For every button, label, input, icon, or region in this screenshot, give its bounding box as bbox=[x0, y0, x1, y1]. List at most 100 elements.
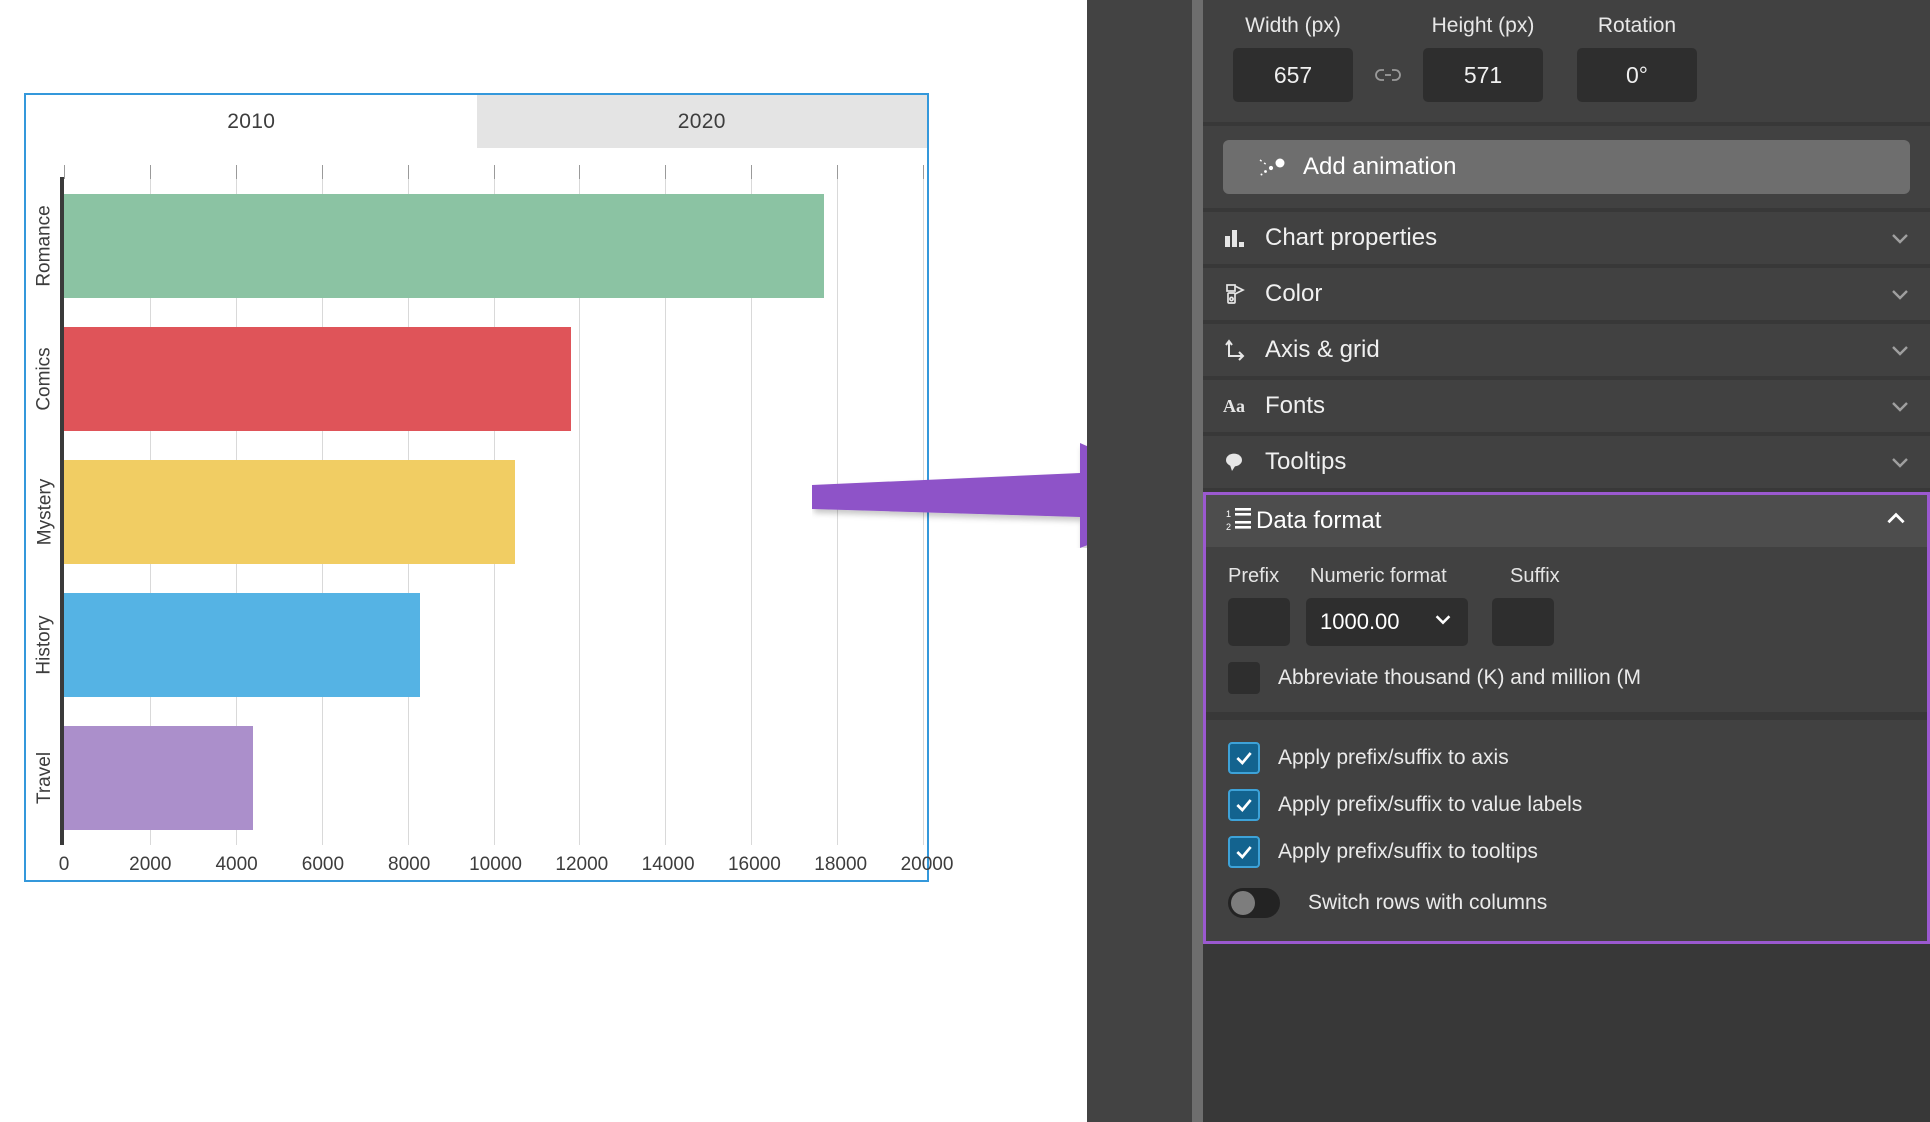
prefix-label: Prefix bbox=[1228, 565, 1280, 587]
numeric-format-value: 1000.00 bbox=[1320, 609, 1400, 634]
option-switch-rows-columns[interactable]: Switch rows with columns bbox=[1228, 875, 1927, 931]
section-data-format: 1 2 Data format Prefix Numeric format Su… bbox=[1203, 492, 1930, 944]
selected-chart-frame[interactable]: 2010 2020 Romance Comics Mystery History Tra… bbox=[24, 93, 954, 882]
option-apply-to-tooltips[interactable]: Apply prefix/suffix to tooltips bbox=[1228, 828, 1927, 875]
section-chart-properties[interactable]: Chart properties bbox=[1203, 212, 1930, 264]
abbreviate-checkbox[interactable] bbox=[1228, 662, 1260, 694]
svg-text:Aa: Aa bbox=[1223, 396, 1245, 416]
x-axis-tick-label: 18000 bbox=[814, 854, 868, 875]
add-animation-label: Add animation bbox=[1303, 153, 1457, 180]
numeric-format-select[interactable]: 1000.00 bbox=[1306, 598, 1468, 646]
y-axis-label-text: Comics bbox=[34, 347, 55, 411]
section-tooltips[interactable]: Tooltips bbox=[1203, 436, 1930, 488]
chart-tabs: 2010 2020 bbox=[26, 95, 927, 148]
chevron-up-icon bbox=[1883, 506, 1909, 537]
x-axis-tick-label: 6000 bbox=[301, 854, 345, 875]
y-axis-category-labels: Romance Comics Mystery History Travel bbox=[28, 179, 62, 845]
section-color[interactable]: Color bbox=[1203, 268, 1930, 320]
axis-grid-icon bbox=[1223, 338, 1265, 362]
properties-panel: Width (px) Height (px) Rotation 657 571 … bbox=[1203, 0, 1930, 1122]
bar-travel[interactable] bbox=[64, 726, 253, 831]
chevron-down-icon bbox=[1888, 226, 1912, 250]
x-axis-tick bbox=[579, 165, 581, 179]
option-label: Switch rows with columns bbox=[1308, 891, 1548, 914]
x-axis-tick bbox=[64, 165, 65, 179]
height-label: Height (px) bbox=[1431, 14, 1535, 37]
section-fonts[interactable]: Aa Fonts bbox=[1203, 380, 1930, 432]
section-label: Fonts bbox=[1265, 392, 1326, 419]
data-format-body: Prefix Numeric format Suffix 1000.00 Abb… bbox=[1206, 547, 1927, 712]
apply-tooltips-checkbox[interactable] bbox=[1228, 835, 1260, 868]
x-axis-tick bbox=[407, 165, 409, 179]
x-axis-tick-label: 0 bbox=[58, 854, 70, 875]
y-axis-label-text: Travel bbox=[34, 752, 55, 805]
prefix-input[interactable] bbox=[1228, 598, 1290, 646]
tab-label: 2020 bbox=[677, 109, 726, 133]
x-axis-tick-label: 2000 bbox=[129, 854, 172, 875]
properties-panel-container: Width (px) Height (px) Rotation 657 571 … bbox=[1087, 0, 1930, 1122]
x-axis-tick bbox=[837, 165, 839, 179]
data-format-options: Apply prefix/suffix to axis Apply prefix… bbox=[1206, 720, 1927, 941]
numbered-list-icon: 1 2 bbox=[1226, 506, 1256, 537]
numeric-format-label: Numeric format bbox=[1310, 565, 1447, 587]
chevron-down-icon bbox=[1888, 394, 1912, 418]
panel-gutter bbox=[1087, 0, 1192, 1122]
y-axis-label-text: History bbox=[34, 615, 55, 675]
bar-romance[interactable] bbox=[64, 193, 825, 298]
x-axis-tick-label: 12000 bbox=[555, 854, 609, 875]
option-label: Apply prefix/suffix to value labels bbox=[1278, 792, 1583, 816]
x-axis-tick-label: 8000 bbox=[388, 854, 431, 875]
bar-row bbox=[64, 445, 923, 578]
bar-history[interactable] bbox=[64, 593, 421, 698]
section-axis-grid[interactable]: Axis & grid bbox=[1203, 324, 1930, 376]
suffix-input[interactable] bbox=[1492, 598, 1554, 646]
bar-row bbox=[64, 312, 923, 445]
switch-rows-columns-toggle[interactable] bbox=[1228, 888, 1280, 918]
svg-text:1: 1 bbox=[1226, 509, 1231, 519]
x-axis-tick bbox=[923, 165, 924, 179]
data-format-inputs: 1000.00 bbox=[1206, 588, 1927, 646]
tab-2020[interactable]: 2020 bbox=[476, 95, 927, 148]
option-apply-to-value-labels[interactable]: Apply prefix/suffix to value labels bbox=[1228, 781, 1927, 828]
x-axis-tick bbox=[321, 165, 323, 179]
x-axis-tick bbox=[751, 165, 753, 179]
link-icon[interactable] bbox=[1367, 67, 1409, 83]
section-label: Axis & grid bbox=[1265, 336, 1380, 363]
tab-2010[interactable]: 2010 bbox=[26, 95, 477, 148]
data-format-title: Data format bbox=[1256, 507, 1382, 534]
apply-value-labels-checkbox[interactable] bbox=[1228, 788, 1260, 821]
y-axis-label-text: Romance bbox=[34, 204, 56, 287]
apply-axis-checkbox[interactable] bbox=[1228, 741, 1260, 774]
plot-region: Romance Comics Mystery History Travel 0 2000 4… bbox=[26, 148, 954, 880]
x-axis-tick-label: 16000 bbox=[727, 854, 781, 875]
y-axis-label-mystery: Mystery bbox=[28, 445, 62, 578]
chevron-down-icon bbox=[1888, 450, 1912, 474]
y-axis-label-romance: Romance bbox=[28, 179, 62, 312]
y-axis-label-history: History bbox=[28, 579, 62, 712]
y-axis-label-text: Mystery bbox=[34, 478, 55, 546]
panel-scrollbar[interactable] bbox=[1192, 0, 1203, 1122]
data-format-header[interactable]: 1 2 Data format bbox=[1206, 495, 1927, 547]
dimensions-fields: 657 571 0° bbox=[1219, 48, 1914, 102]
y-axis-label-comics: Comics bbox=[28, 312, 62, 445]
bar-mystery[interactable] bbox=[64, 460, 515, 564]
bar-chart-icon bbox=[1223, 226, 1265, 250]
x-axis-tick bbox=[493, 165, 495, 179]
fonts-aa-icon: Aa bbox=[1223, 394, 1265, 418]
x-axis-tick-labels: 0 2000 4000 6000 8000 10000 12000 14000 16000 180… bbox=[59, 845, 954, 880]
x-axis-tick bbox=[149, 165, 151, 179]
abbreviate-row[interactable]: Abbreviate thousand (K) and million (M bbox=[1206, 646, 1927, 702]
option-label: Apply prefix/suffix to tooltips bbox=[1278, 839, 1538, 863]
option-label: Apply prefix/suffix to axis bbox=[1278, 745, 1509, 769]
section-label: Color bbox=[1265, 280, 1323, 307]
x-axis-tick-label: 4000 bbox=[215, 854, 258, 875]
add-animation-button[interactable]: Add animation bbox=[1223, 140, 1910, 194]
option-apply-to-axis[interactable]: Apply prefix/suffix to axis bbox=[1228, 734, 1927, 781]
color-swatch-icon bbox=[1223, 282, 1265, 306]
height-input[interactable]: 571 bbox=[1423, 48, 1543, 102]
abbreviate-label: Abbreviate thousand (K) and million (M bbox=[1278, 666, 1642, 689]
width-input[interactable]: 657 bbox=[1233, 48, 1353, 102]
rotation-input[interactable]: 0° bbox=[1577, 48, 1697, 102]
section-label: Tooltips bbox=[1265, 448, 1347, 475]
bar-comics[interactable] bbox=[64, 326, 571, 431]
